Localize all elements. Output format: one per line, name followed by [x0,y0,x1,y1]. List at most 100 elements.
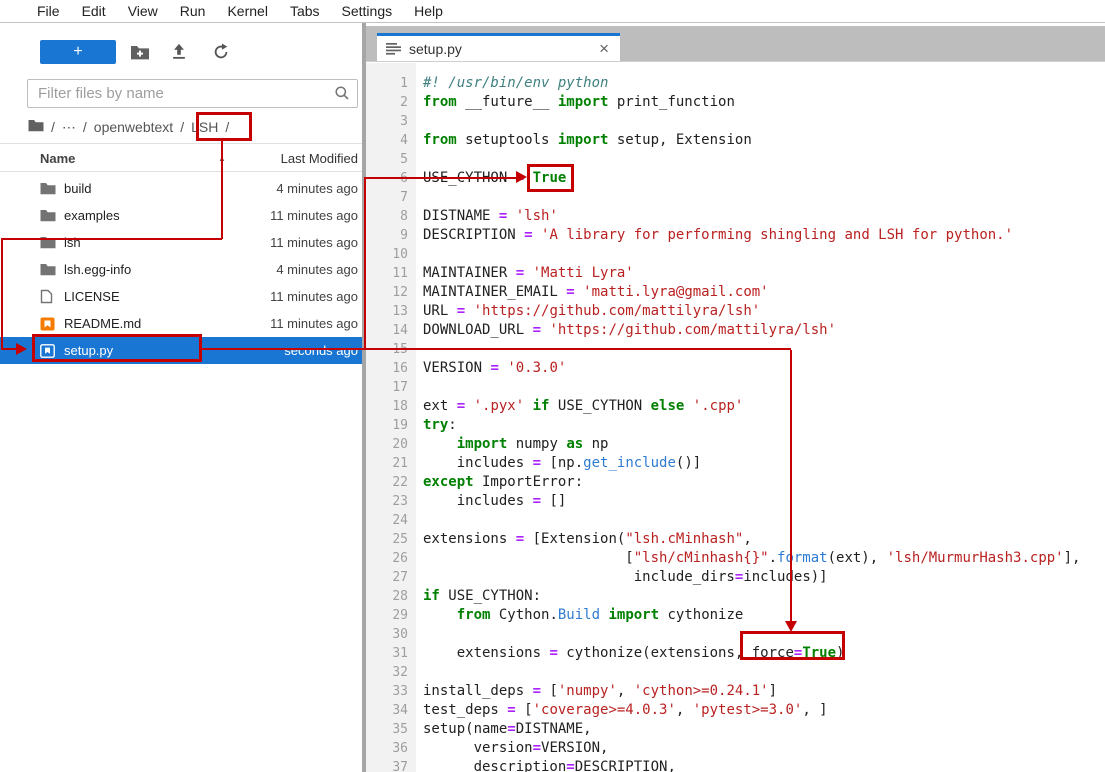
file-list-header: Name ▲ Last Modified [0,147,362,171]
file-modified: 11 minutes ago [270,208,358,223]
code-line: 9DESCRIPTION = 'A library for performing… [366,226,1105,245]
breadcrumb-ellipsis[interactable]: ⋯ [62,119,76,136]
python-icon [40,343,56,359]
folder-icon [40,208,56,224]
list-item-setup-py[interactable]: setup.pyseconds ago [0,337,362,364]
breadcrumb-lsh[interactable]: LSH [191,119,218,135]
code-lines: 1#! /usr/bin/env python2from __future__ … [366,74,1105,772]
new-launcher-button[interactable]: + [40,40,116,64]
code-line: 17 [366,378,1105,397]
breadcrumb-openwebtext[interactable]: openwebtext [94,119,173,135]
code-line: 21 includes = [np.get_include()] [366,454,1105,473]
line-number: 22 [366,473,408,492]
line-number: 34 [366,701,408,720]
file-modified: 11 minutes ago [270,235,358,250]
line-number: 35 [366,720,408,739]
line-number: 37 [366,758,408,772]
breadcrumb-separator: / [225,119,229,135]
column-header-last-modified[interactable]: Last Modified [281,151,358,166]
code-line: 1#! /usr/bin/env python [366,74,1105,93]
list-item-build[interactable]: build4 minutes ago [0,175,362,202]
breadcrumb-root[interactable]: / [51,119,55,135]
code-line: 13URL = 'https://github.com/mattilyra/ls… [366,302,1105,321]
sort-ascending-icon: ▲ [218,154,226,163]
refresh-icon[interactable] [210,42,232,62]
filter-files-input[interactable] [27,79,358,108]
file-modified: 11 minutes ago [270,289,358,304]
editor-panel: setup.py × 1#! /usr/bin/env python2from … [366,23,1105,772]
folder-icon [40,262,56,278]
column-header-name[interactable]: Name [40,151,75,166]
menu-item-kernel[interactable]: Kernel [216,3,278,19]
code-line: 16VERSION = '0.3.0' [366,359,1105,378]
close-icon[interactable]: × [597,40,611,57]
breadcrumb-separator: / [83,119,87,135]
breadcrumb-separator: / [180,119,184,135]
code-line: 8DISTNAME = 'lsh' [366,207,1105,226]
menu-item-help[interactable]: Help [403,3,454,19]
file-name: lsh [64,235,270,250]
list-item-lsh[interactable]: lsh11 minutes ago [0,229,362,256]
file-name: README.md [64,316,270,331]
line-number: 18 [366,397,408,416]
code-editor[interactable]: 1#! /usr/bin/env python2from __future__ … [366,63,1105,772]
menu-item-tabs[interactable]: Tabs [279,3,331,19]
file-name: LICENSE [64,289,270,304]
line-number: 29 [366,606,408,625]
file-list: build4 minutes agoexamples11 minutes ago… [0,175,362,364]
line-number: 15 [366,340,408,359]
menu-item-run[interactable]: Run [169,3,217,19]
menu-item-view[interactable]: View [117,3,169,19]
tab-bar: setup.py × [366,26,1105,62]
code-line: 3 [366,112,1105,131]
code-line: 31 extensions = cythonize(extensions, fo… [366,644,1105,663]
file-modified: 4 minutes ago [276,181,358,196]
file-icon [40,289,56,305]
list-item-lsh-egg-info[interactable]: lsh.egg-info4 minutes ago [0,256,362,283]
line-number: 2 [366,93,408,112]
breadcrumb: / ⋯ / openwebtext / LSH / [28,117,229,137]
file-name: build [64,181,276,196]
line-number: 13 [366,302,408,321]
file-name: lsh.egg-info [64,262,276,277]
menu-item-edit[interactable]: Edit [71,3,117,19]
file-name: setup.py [64,343,284,358]
line-number: 27 [366,568,408,587]
line-number: 24 [366,511,408,530]
code-line: 30 [366,625,1105,644]
new-folder-icon[interactable] [129,42,151,62]
list-item-license[interactable]: LICENSE11 minutes ago [0,283,362,310]
code-line: 19try: [366,416,1105,435]
list-item-examples[interactable]: examples11 minutes ago [0,202,362,229]
line-number: 3 [366,112,408,131]
code-line: 2from __future__ import print_function [366,93,1105,112]
line-number: 30 [366,625,408,644]
line-number: 20 [366,435,408,454]
code-line: 11MAINTAINER = 'Matti Lyra' [366,264,1105,283]
folder-icon [40,235,56,251]
search-icon [334,85,350,106]
tab-setup-py[interactable]: setup.py × [377,33,620,61]
menu-item-file[interactable]: File [26,3,71,19]
line-number: 16 [366,359,408,378]
code-line: 27 include_dirs=includes)] [366,568,1105,587]
menu-item-settings[interactable]: Settings [331,3,404,19]
divider [0,171,362,172]
code-line: 22except ImportError: [366,473,1105,492]
upload-icon[interactable] [168,42,190,62]
line-number: 21 [366,454,408,473]
line-number: 7 [366,188,408,207]
markdown-icon [40,316,56,332]
code-line: 12MAINTAINER_EMAIL = 'matti.lyra@gmail.c… [366,283,1105,302]
code-line: 32 [366,663,1105,682]
file-modified: 4 minutes ago [276,262,358,277]
line-number: 11 [366,264,408,283]
list-item-readme-md[interactable]: README.md11 minutes ago [0,310,362,337]
line-number: 8 [366,207,408,226]
code-line: 33install_deps = ['numpy', 'cython>=0.24… [366,682,1105,701]
line-number: 19 [366,416,408,435]
line-number: 4 [366,131,408,150]
line-number: 36 [366,739,408,758]
menu-bar: File Edit View Run Kernel Tabs Settings … [0,0,1105,23]
line-number: 10 [366,245,408,264]
